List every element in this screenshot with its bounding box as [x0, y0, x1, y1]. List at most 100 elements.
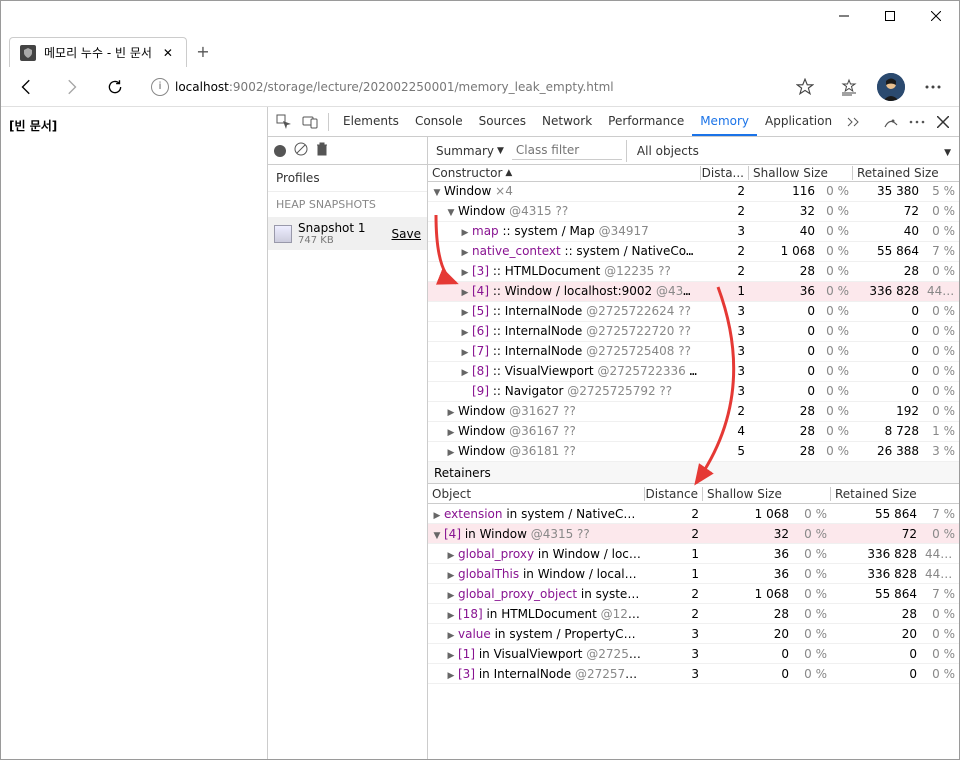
tree-arrow-icon[interactable] — [460, 264, 470, 278]
clear-button[interactable] — [294, 142, 308, 159]
tree-arrow-icon[interactable] — [446, 587, 456, 601]
tree-arrow-icon[interactable] — [446, 547, 456, 561]
table-row[interactable]: [1] in VisualViewport @272572233300 %00 … — [428, 644, 959, 664]
close-window-button[interactable] — [913, 1, 959, 31]
tree-arrow-icon[interactable] — [432, 184, 442, 198]
tree-arrow-icon[interactable] — [446, 404, 456, 418]
tree-arrow-icon[interactable] — [446, 204, 456, 218]
table-row[interactable]: Window @36181 ??5280 %26 3883 % — [428, 442, 959, 462]
tree-arrow-icon[interactable] — [446, 607, 456, 621]
address-bar[interactable]: i localhost:9002/storage/lecture/2020022… — [143, 74, 777, 100]
browser-tab[interactable]: 메모리 누수 - 빈 문서 ✕ — [9, 37, 187, 67]
table-row[interactable]: extension in system / NativeContex21 068… — [428, 504, 959, 524]
table-row[interactable]: [7] :: InternalNode @2725725408 ??300 %0… — [428, 342, 959, 362]
tab-close-icon[interactable]: ✕ — [160, 46, 176, 60]
tree-arrow-icon[interactable] — [432, 527, 442, 541]
url-text: localhost:9002/storage/lecture/202002250… — [175, 79, 614, 95]
devtools-tab-memory[interactable]: Memory — [692, 108, 757, 136]
profile-avatar[interactable] — [877, 73, 905, 101]
col-retained-size[interactable]: Retained Size — [853, 166, 959, 180]
table-row[interactable]: [5] :: InternalNode @2725722624 ??300 %0… — [428, 302, 959, 322]
tree-arrow-icon[interactable] — [460, 304, 470, 318]
device-toolbar-icon[interactable] — [298, 110, 322, 134]
tree-arrow-icon[interactable] — [460, 284, 470, 298]
table-row[interactable]: [9] :: Navigator @2725725792 ??300 %00 % — [428, 382, 959, 402]
devtools-tab-application[interactable]: Application — [757, 108, 840, 136]
tree-arrow-icon[interactable] — [446, 424, 456, 438]
class-filter-input[interactable] — [512, 141, 622, 160]
tree-arrow-icon[interactable] — [460, 224, 470, 238]
dropdown-icon[interactable]: ▼ — [940, 140, 955, 162]
col-distance[interactable]: Distance — [645, 487, 703, 501]
devtools-tab-console[interactable]: Console — [407, 108, 471, 136]
forward-button[interactable] — [55, 71, 87, 103]
snapshot-icon — [274, 225, 292, 243]
constructor-table: Constructor ▲ Dista... Shallow Size Reta… — [428, 165, 959, 462]
tree-arrow-icon[interactable] — [460, 344, 470, 358]
all-objects-dropdown[interactable]: All objects — [626, 140, 936, 162]
delete-button[interactable] — [316, 142, 328, 159]
table-row[interactable]: [3] :: HTMLDocument @12235 ??2280 %280 % — [428, 262, 959, 282]
table-row[interactable]: Window @36167 ??4280 %8 7281 % — [428, 422, 959, 442]
table-row[interactable]: Window @31627 ??2280 %1920 % — [428, 402, 959, 422]
retainers-header: Retainers — [428, 462, 959, 484]
table-row[interactable]: map :: system / Map @349173400 %400 % — [428, 222, 959, 242]
table-row[interactable]: Window @4315 ??2320 %720 % — [428, 202, 959, 222]
tree-arrow-icon[interactable] — [446, 627, 456, 641]
snapshot-save-link[interactable]: Save — [392, 227, 421, 241]
inspect-element-icon[interactable] — [272, 110, 296, 134]
col-constructor[interactable]: Constructor ▲ — [428, 166, 701, 180]
tree-arrow-icon[interactable] — [432, 507, 442, 521]
maximize-button[interactable] — [867, 1, 913, 31]
table-row[interactable]: [18] in HTMLDocument @12235 ??2280 %280 … — [428, 604, 959, 624]
snapshot-name: Snapshot 1 — [298, 221, 386, 235]
tree-arrow-icon[interactable] — [446, 647, 456, 661]
heap-snapshots-section: HEAP SNAPSHOTS — [268, 192, 427, 217]
snapshot-item[interactable]: Snapshot 1 747 KB Save — [268, 217, 427, 250]
favicon-icon — [20, 45, 36, 61]
devtools-panel: ElementsConsoleSourcesNetworkPerformance… — [267, 107, 959, 759]
close-devtools-icon[interactable] — [931, 110, 955, 134]
col-retained-size[interactable]: Retained Size — [831, 487, 959, 501]
devtools-tab-sources[interactable]: Sources — [471, 108, 534, 136]
record-button[interactable] — [274, 145, 286, 157]
table-row[interactable]: [3] in InternalNode @2725723488300 %00 % — [428, 664, 959, 684]
more-options-icon[interactable] — [905, 110, 929, 134]
table-row[interactable]: [6] :: InternalNode @2725722720 ??300 %0… — [428, 322, 959, 342]
table-row[interactable]: [8] :: VisualViewport @2725722336 ??300 … — [428, 362, 959, 382]
more-tabs-icon[interactable] — [842, 110, 866, 134]
settings-icon[interactable] — [879, 110, 903, 134]
table-row[interactable]: [4] :: Window / localhost:9002 @4313 ??1… — [428, 282, 959, 302]
tree-arrow-icon[interactable] — [460, 324, 470, 338]
devtools-tab-network[interactable]: Network — [534, 108, 600, 136]
refresh-button[interactable] — [99, 71, 131, 103]
snapshot-size: 747 KB — [298, 235, 386, 246]
tree-arrow-icon[interactable] — [446, 667, 456, 681]
table-row[interactable]: native_context :: system / NativeContext… — [428, 242, 959, 262]
devtools-tab-elements[interactable]: Elements — [335, 108, 407, 136]
tree-arrow-icon[interactable] — [460, 364, 470, 378]
table-row[interactable]: global_proxy in Window / localho1360 %33… — [428, 544, 959, 564]
table-row[interactable]: value in system / PropertyCell @3200 %20… — [428, 624, 959, 644]
profiles-label: Profiles — [268, 165, 427, 192]
table-row[interactable]: Window ×421160 %35 3805 % — [428, 182, 959, 202]
table-row[interactable]: global_proxy_object in system /21 0680 %… — [428, 584, 959, 604]
favorites-bar-button[interactable] — [833, 71, 865, 103]
tree-arrow-icon[interactable] — [446, 567, 456, 581]
tree-arrow-icon[interactable] — [460, 244, 470, 258]
col-distance[interactable]: Dista... — [701, 166, 749, 180]
col-shallow-size[interactable]: Shallow Size — [749, 166, 853, 180]
menu-button[interactable] — [917, 71, 949, 103]
devtools-tab-performance[interactable]: Performance — [600, 108, 692, 136]
back-button[interactable] — [11, 71, 43, 103]
tree-arrow-icon[interactable] — [446, 444, 456, 458]
minimize-button[interactable] — [821, 1, 867, 31]
favorite-button[interactable] — [789, 71, 821, 103]
table-row[interactable]: [4] in Window @4315 ??2320 %720 % — [428, 524, 959, 544]
col-shallow-size[interactable]: Shallow Size — [703, 487, 831, 501]
info-icon[interactable]: i — [151, 78, 169, 96]
table-row[interactable]: globalThis in Window / localhost1360 %33… — [428, 564, 959, 584]
col-object[interactable]: Object — [428, 487, 645, 501]
summary-dropdown[interactable]: Summary ▼ — [432, 142, 508, 160]
new-tab-button[interactable]: + — [187, 35, 219, 67]
